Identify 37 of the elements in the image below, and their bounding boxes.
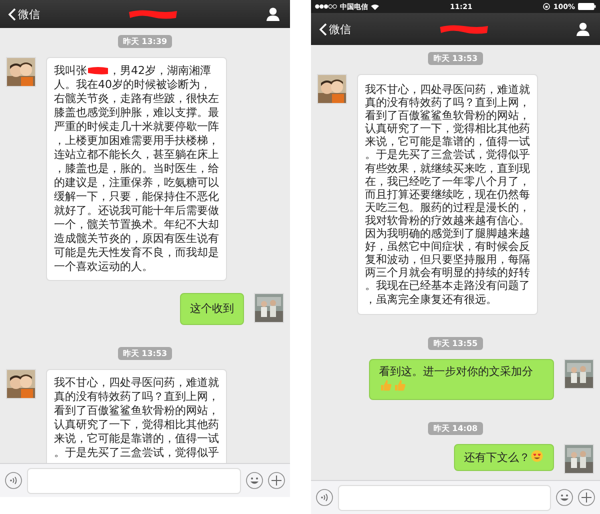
wifi-icon [371,4,379,10]
redaction-mark [438,24,488,34]
timestamp: 昨天 13:53 [118,347,172,360]
heart-eyes-emoji-icon [531,450,543,462]
thumbs-up-icon [394,378,406,391]
timestamp: 昨天 14:08 [428,422,483,435]
message-text: 我叫张 [54,64,87,77]
message-text: 我不甘心，四处寻医问药，难道就真的没有特效药了吗？直到上网，看到了百傲鲨鲨鱼软骨粉的网站，认真研究了一下，觉得相比其他药来说，它可能是靠谱的，值得一试。于是先买了三盒尝试，觉得似乎 [54,376,219,459]
message-text: 看到这。进一步对你的文采加分 [379,364,533,378]
message-input-field[interactable] [338,484,551,510]
person-icon[interactable] [576,22,590,36]
chevron-left-icon [8,8,16,20]
timestamp: 昨天 13:53 [428,52,483,65]
timestamp: 昨天 13:55 [428,336,483,350]
back-button[interactable]: 微信 [8,6,40,22]
timestamp: 昨天 13:39 [118,35,172,48]
rotation-lock-icon [543,3,550,10]
message-text: 这个收到 [190,302,234,315]
emoji-icon[interactable] [246,472,263,489]
redaction-mark [87,66,109,75]
message-text: 人。我在40岁的时候被诊断为，右髋关节炎，走路有些跛，很快左膝盖也感觉到肿胀，难以支撑。最严重的时候走几十米就要停歇一阵，上楼更加困难需要用手扶楼梯，连站立都不能长久，甚至躺在床上，膝盖也是，胀的。当时医生，给的建议是，注重保养，吃氨糖可以缓解一下，只要，能保持住不恶化就好了。还说我可能十年后需要做一个，髋关节置换术。年纪不大却造成髋关节炎的，原因有医生说有可能是先天性发育不良，而我却是一个喜欢运动的人。 [54,78,219,274]
message-text: 我不甘心，四处寻医问药，难道就真的没有特效药了吗？直到上网，看到了百傲鲨鲨鱼软骨粉的网站，认真研究了一下，觉得相比其他药来说，它可能是靠谱的，值得一试。于是先买了三盒尝试，觉得似乎有些效果，就继续买来吃，直到现在，我已经吃了一年零八个月了，而且打算还要继续吃，现在仍然每天吃三包。服药的过程是漫长的，我对软骨粉的疗效越来越有信心。因为我明确的感觉到了腿脚越来越好，虽然它中间症状，有时候会反复和波动，但只要坚持服用，每隔两三个月就会有明显的持续的好转。我现在已经基本走路没有问题了，虽离完全康复还有很远。 [365,83,530,306]
voice-icon[interactable] [316,489,333,506]
message-text: 还有下文么？ [464,450,530,464]
battery-icon [578,3,596,10]
voice-icon[interactable] [5,472,22,489]
back-button[interactable]: 微信 [319,22,351,36]
redaction-mark [128,8,178,20]
chevron-left-icon [319,22,327,36]
signal-icon [315,4,337,9]
message-text: ，男42岁，湖南湘潭 [109,64,211,77]
plus-icon[interactable] [578,489,595,506]
thumbs-up-icon [380,378,392,391]
message-input-field[interactable] [27,468,241,494]
plus-icon[interactable] [268,472,285,489]
person-icon[interactable] [266,7,280,21]
emoji-icon[interactable] [556,489,573,506]
